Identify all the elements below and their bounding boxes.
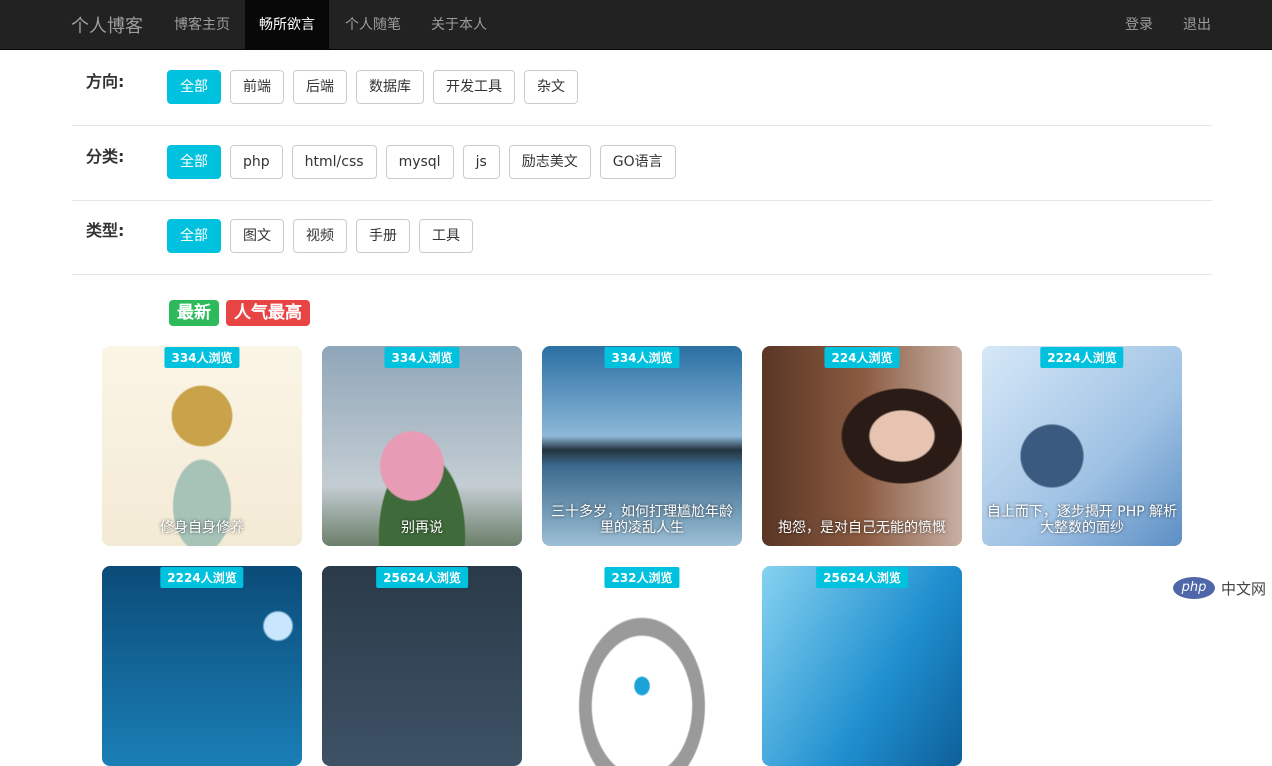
article-card[interactable]: 224人浏览 抱怨，是对自己无能的愤慨 [762, 346, 962, 546]
watermark-text: 中文网 [1221, 579, 1267, 598]
tech-blue-image [102, 566, 302, 766]
flower-vase-image [102, 346, 302, 546]
view-count-badge: 334人浏览 [384, 347, 460, 368]
article-card[interactable]: 25624人浏览 [762, 566, 962, 766]
sort-popular-button[interactable]: 人气最高 [226, 300, 310, 326]
article-card[interactable]: 334人浏览 别再说 [322, 346, 522, 546]
login-link[interactable]: 登录 [1125, 0, 1153, 50]
php-logo: php [1173, 577, 1215, 599]
article-card[interactable]: 2224人浏览 [102, 566, 302, 766]
php-cn-watermark: php 中文网 [1173, 577, 1266, 599]
filter-option[interactable]: php [230, 145, 283, 179]
card-title: 抱怨，是对自己无能的愤慨 [778, 520, 946, 536]
view-count-badge: 334人浏览 [164, 347, 240, 368]
card-title: 三十多岁，如何打理尴尬年龄里的凌乱人生 [551, 504, 733, 536]
nav-home[interactable]: 博客主页 [160, 0, 244, 50]
filter-option[interactable]: 全部 [167, 145, 221, 179]
filter-option[interactable]: 全部 [167, 219, 221, 253]
logout-link[interactable]: 退出 [1183, 0, 1211, 50]
filter-category: 分类: 全部 php html/css mysql js 励志美文 GO语言 [72, 126, 1212, 201]
filter-option[interactable]: 杂文 [524, 70, 578, 104]
blue-globe-image [762, 566, 962, 766]
filter-label: 类型: [86, 221, 125, 240]
nav-forum[interactable]: 畅所欲言 [245, 0, 329, 50]
article-card[interactable]: 25624人浏览 [322, 566, 522, 766]
ring-gem-image [542, 566, 742, 766]
filter-option[interactable]: 图文 [230, 219, 284, 253]
view-count-badge: 334人浏览 [604, 347, 680, 368]
filter-option[interactable]: GO语言 [599, 145, 676, 179]
view-count-badge: 2224人浏览 [1040, 347, 1124, 368]
nav-essays[interactable]: 个人随笔 [331, 0, 415, 50]
filter-label: 分类: [86, 147, 125, 166]
view-count-badge: 25624人浏览 [816, 567, 908, 588]
view-count-badge: 2224人浏览 [160, 567, 244, 588]
card-title: 别再说 [401, 520, 443, 536]
lotus-image [322, 346, 522, 546]
nav-about[interactable]: 关于本人 [417, 0, 501, 50]
filter-option[interactable]: 前端 [230, 70, 284, 104]
filter-type: 类型: 全部 图文 视频 手册 工具 [72, 200, 1212, 275]
chalkboard-image [322, 566, 522, 766]
filter-option[interactable]: 开发工具 [433, 70, 515, 104]
filter-option[interactable]: mysql [385, 145, 454, 179]
filter-direction: 方向: 全部 前端 后端 数据库 开发工具 杂文 [72, 51, 1212, 126]
sort-newest-button[interactable]: 最新 [169, 300, 219, 326]
article-card[interactable]: 232人浏览 [542, 566, 742, 766]
view-count-badge: 25624人浏览 [376, 567, 468, 588]
filter-option[interactable]: 工具 [419, 219, 473, 253]
filter-option[interactable]: 励志美文 [508, 145, 591, 179]
filter-option[interactable]: 手册 [356, 219, 410, 253]
filter-option[interactable]: 数据库 [356, 70, 424, 104]
filter-option[interactable]: 全部 [167, 70, 221, 104]
filter-option[interactable]: 视频 [293, 219, 347, 253]
woman-portrait-image [762, 346, 962, 546]
filter-option[interactable]: js [462, 145, 500, 179]
top-navbar: 个人博客 博客主页 畅所欲言 个人随笔 关于本人 登录 退出 [0, 0, 1272, 50]
card-title: 自上而下，逐步揭开 PHP 解析大整数的面纱 [986, 504, 1178, 536]
filter-option[interactable]: html/css [291, 145, 377, 179]
view-count-badge: 224人浏览 [824, 347, 900, 368]
card-title: 修身自身修养 [160, 520, 244, 536]
view-count-badge: 232人浏览 [604, 567, 680, 588]
article-card[interactable]: 334人浏览 三十多岁，如何打理尴尬年龄里的凌乱人生 [542, 346, 742, 546]
article-card[interactable]: 334人浏览 修身自身修养 [102, 346, 302, 546]
filter-label: 方向: [86, 72, 125, 91]
article-card[interactable]: 2224人浏览 自上而下，逐步揭开 PHP 解析大整数的面纱 [982, 346, 1182, 546]
site-brand[interactable]: 个人博客 [71, 12, 143, 38]
filter-option[interactable]: 后端 [293, 70, 347, 104]
